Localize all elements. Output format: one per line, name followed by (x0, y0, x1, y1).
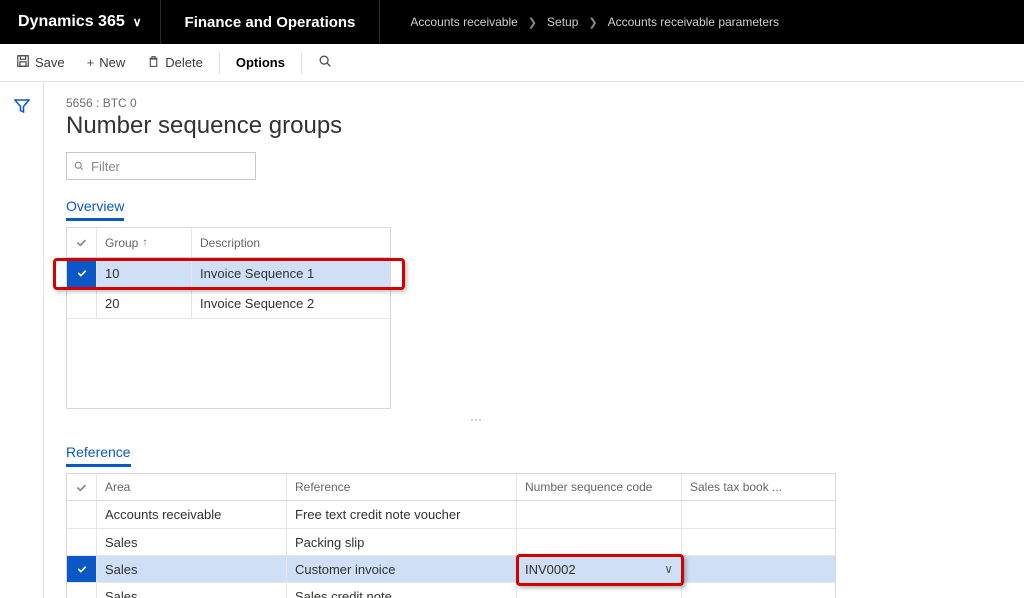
overview-header-row: Group↑ Description (67, 228, 390, 258)
plus-icon: + (87, 55, 95, 70)
col-sales-tax-book[interactable]: Sales tax book ... (682, 474, 837, 500)
new-button[interactable]: + New (77, 49, 136, 76)
global-header: Dynamics 365 ∨ Finance and Operations Ac… (0, 0, 1024, 44)
row-checkbox[interactable] (67, 258, 97, 288)
cell-description: Invoice Sequence 1 (192, 258, 392, 288)
col-area[interactable]: Area (97, 474, 287, 500)
chevron-right-icon: ❯ (528, 16, 537, 29)
cell-reference: Packing slip (287, 529, 517, 555)
delete-label: Delete (165, 55, 203, 70)
cell-sales-tax-book (682, 501, 837, 528)
splitter-handle[interactable]: ··· (66, 409, 886, 444)
filter-icon[interactable] (14, 98, 30, 598)
cell-description: Invoice Sequence 2 (192, 289, 392, 318)
tab-overview[interactable]: Overview (66, 198, 124, 221)
chevron-down-icon: ∨ (133, 15, 142, 29)
breadcrumb-item[interactable]: Setup (547, 15, 578, 29)
cell-group: 10 (97, 258, 192, 288)
brand-label: Dynamics 365 (18, 13, 125, 31)
select-all-checkbox[interactable] (67, 228, 97, 257)
delete-button[interactable]: Delete (137, 49, 213, 77)
row-checkbox[interactable] (67, 501, 97, 528)
cell-reference: Free text credit note voucher (287, 501, 517, 528)
table-row[interactable]: SalesSales credit note (67, 582, 835, 598)
filter-input[interactable]: Filter (66, 152, 256, 180)
cell-area: Sales (97, 556, 287, 582)
overview-empty-area (67, 318, 390, 408)
tab-reference[interactable]: Reference (66, 444, 131, 467)
sort-up-icon: ↑ (142, 237, 147, 248)
cell-area: Sales (97, 583, 287, 598)
row-checkbox[interactable] (67, 583, 97, 598)
action-bar: Save + New Delete Options (0, 44, 1024, 82)
cell-group: 20 (97, 289, 192, 318)
row-checkbox[interactable] (67, 529, 97, 555)
module-label: Finance and Operations (161, 0, 381, 44)
chevron-down-icon[interactable]: ∨ (664, 562, 673, 576)
table-row[interactable]: 10Invoice Sequence 1 (67, 258, 390, 288)
page-title: Number sequence groups (66, 112, 1024, 140)
divider (301, 52, 302, 74)
reference-grid: Area Reference Number sequence code Sale… (66, 473, 836, 598)
cell-sales-tax-book (682, 556, 837, 582)
cell-sequence-code[interactable]: INV0002∨ (517, 556, 682, 582)
row-checkbox[interactable] (67, 289, 97, 318)
cell-reference: Customer invoice (287, 556, 517, 582)
chevron-right-icon: ❯ (588, 16, 597, 29)
search-icon (318, 54, 332, 71)
table-row[interactable]: Accounts receivableFree text credit note… (67, 501, 835, 528)
cell-sequence-code[interactable] (517, 583, 682, 598)
select-all-checkbox[interactable] (67, 474, 97, 500)
breadcrumb-item[interactable]: Accounts receivable parameters (608, 15, 779, 29)
cell-sequence-code[interactable] (517, 529, 682, 555)
col-description[interactable]: Description (192, 228, 392, 257)
save-icon (16, 54, 30, 71)
table-row[interactable]: SalesCustomer invoiceINV0002∨ (67, 555, 835, 582)
cell-sales-tax-book (682, 583, 837, 598)
reference-header-row: Area Reference Number sequence code Sale… (67, 474, 835, 501)
cell-area: Accounts receivable (97, 501, 287, 528)
options-label: Options (236, 55, 285, 70)
overview-grid: Group↑ Description 10Invoice Sequence 12… (66, 227, 391, 409)
options-button[interactable]: Options (226, 49, 295, 76)
col-reference[interactable]: Reference (287, 474, 517, 500)
brand-switcher[interactable]: Dynamics 365 ∨ (0, 0, 161, 44)
breadcrumb: Accounts receivable ❯ Setup ❯ Accounts r… (380, 15, 809, 29)
search-icon (73, 160, 85, 172)
save-label: Save (35, 55, 65, 70)
left-rail (0, 82, 44, 598)
new-label: New (99, 55, 125, 70)
context-line: 5656 : BTC 0 (66, 96, 1024, 110)
divider (219, 52, 220, 74)
trash-icon (147, 55, 160, 71)
main-content: 5656 : BTC 0 Number sequence groups Filt… (44, 82, 1024, 598)
filter-placeholder: Filter (91, 159, 120, 174)
cell-sequence-code[interactable] (517, 501, 682, 528)
cell-reference: Sales credit note (287, 583, 517, 598)
table-row[interactable]: 20Invoice Sequence 2 (67, 288, 390, 318)
col-group[interactable]: Group↑ (97, 228, 192, 257)
cell-area: Sales (97, 529, 287, 555)
table-row[interactable]: SalesPacking slip (67, 528, 835, 555)
search-button[interactable] (308, 48, 342, 77)
col-sequence-code[interactable]: Number sequence code (517, 474, 682, 500)
cell-sales-tax-book (682, 529, 837, 555)
row-checkbox[interactable] (67, 556, 97, 582)
body: 5656 : BTC 0 Number sequence groups Filt… (0, 82, 1024, 598)
save-button[interactable]: Save (6, 48, 75, 77)
breadcrumb-item[interactable]: Accounts receivable (410, 15, 517, 29)
